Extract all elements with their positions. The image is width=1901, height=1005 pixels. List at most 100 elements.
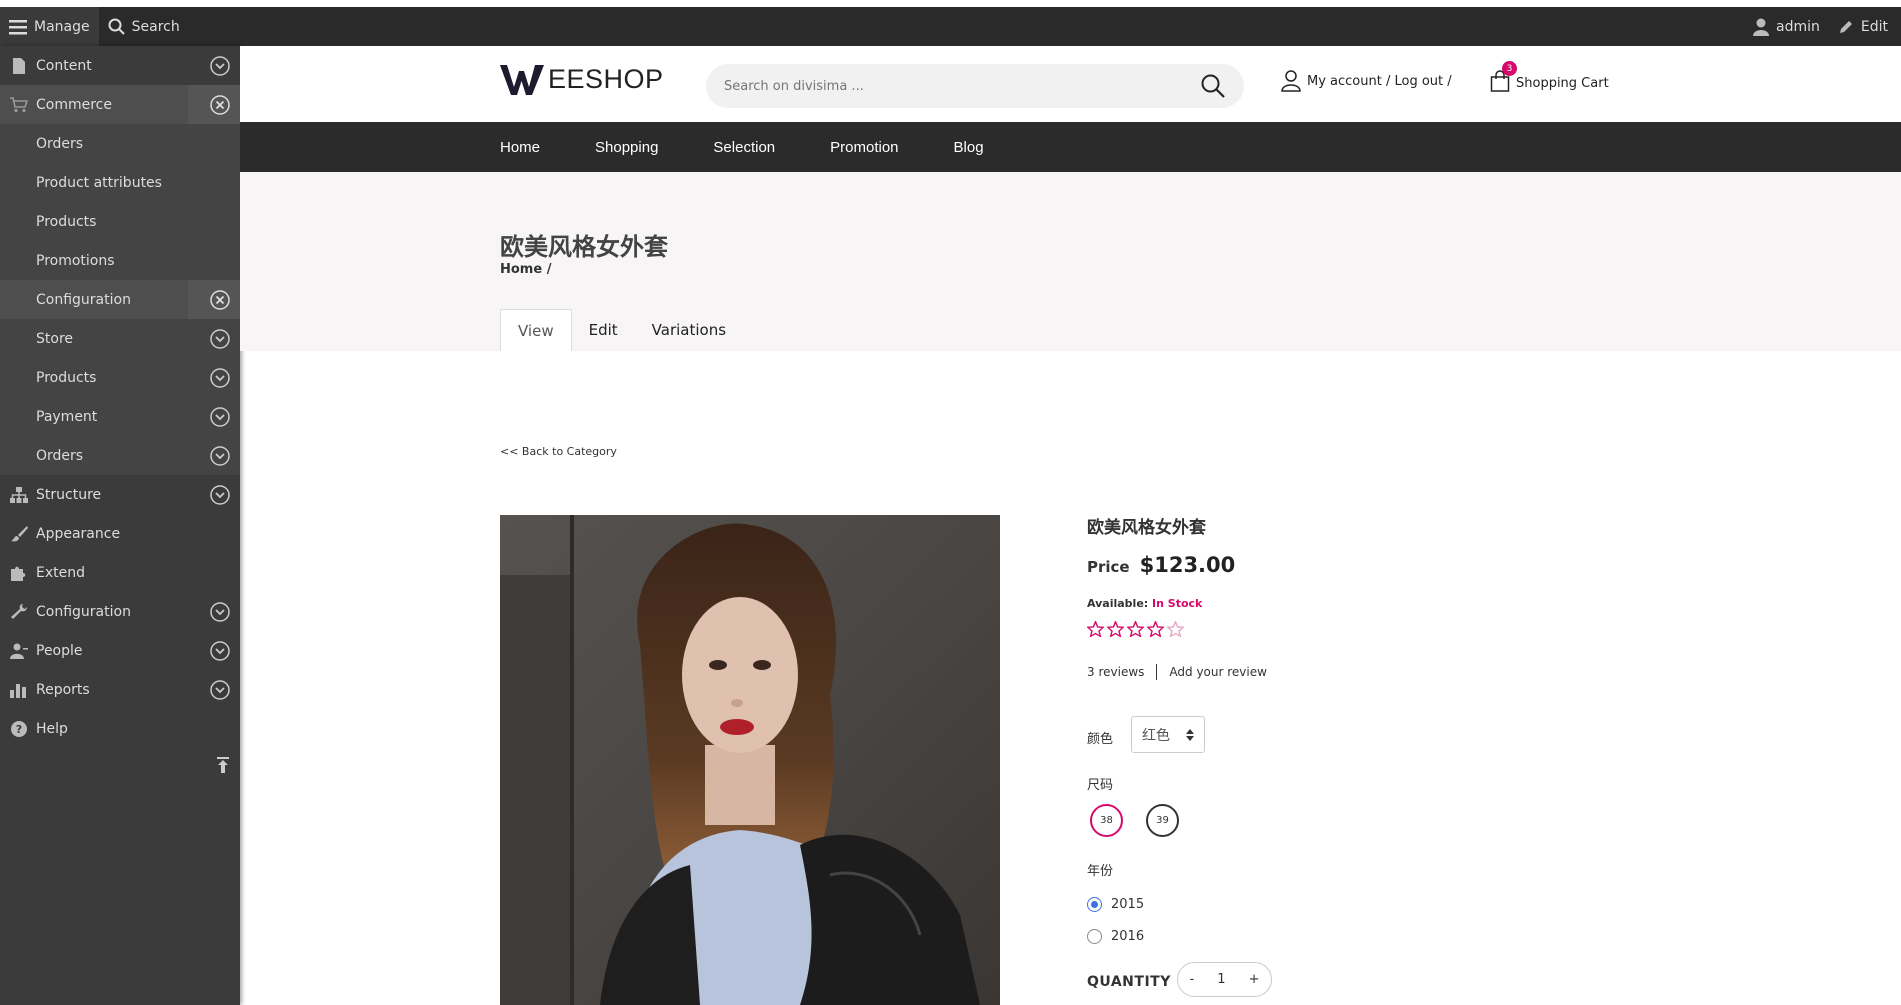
site-search-input[interactable]: [724, 78, 1200, 94]
star-icon[interactable]: [1167, 621, 1184, 637]
close-icon[interactable]: [210, 290, 230, 310]
sidebar-item-reports[interactable]: Reports: [0, 670, 240, 709]
nav-link-home[interactable]: Home: [500, 139, 540, 156]
admin-toolbar: Manage Search admin Edit: [0, 0, 1901, 46]
chevron-down-icon[interactable]: [210, 641, 230, 661]
year-option-2015[interactable]: 2015: [1087, 897, 1144, 912]
reviews-separator: [1156, 664, 1158, 680]
sidebar-item-payment[interactable]: Payment: [0, 397, 240, 436]
account-link[interactable]: My account / Log out /: [1281, 70, 1452, 92]
user-menu[interactable]: admin: [1744, 7, 1829, 46]
chevron-down-icon[interactable]: [210, 368, 230, 388]
sidebar-item-store[interactable]: Store: [0, 319, 240, 358]
breadcrumb[interactable]: Home /: [500, 262, 551, 277]
size-label: 尺码: [1087, 778, 1114, 793]
product-price: Price $123.00: [1087, 553, 1235, 577]
sidebar-item-promotions[interactable]: Promotions: [0, 241, 240, 280]
nav-link-promotion[interactable]: Promotion: [830, 139, 898, 156]
tab-edit[interactable]: Edit: [572, 309, 635, 351]
product-photo-illustration: [500, 515, 1000, 1005]
sidebar-item-structure[interactable]: Structure: [0, 475, 240, 514]
year-label-2015: 2015: [1111, 897, 1145, 912]
sidebar-item-orders[interactable]: Orders: [0, 436, 240, 475]
radio-2015[interactable]: [1087, 897, 1102, 912]
sidebar-item-configuration[interactable]: Configuration: [0, 592, 240, 631]
sidebar-item-help[interactable]: ? Help: [0, 709, 240, 748]
year-option-2016[interactable]: 2016: [1087, 929, 1144, 944]
year-label: 年份: [1087, 864, 1114, 879]
sidebar-item-configuration[interactable]: Configuration: [0, 280, 240, 319]
star-icon[interactable]: [1147, 621, 1164, 637]
account-label: My account / Log out /: [1307, 73, 1452, 89]
sidebar-item-orders[interactable]: Orders: [0, 124, 240, 163]
person-icon: [9, 643, 29, 659]
manage-label: Manage: [34, 18, 90, 35]
nav-link-selection[interactable]: Selection: [713, 139, 775, 156]
sidebar-item-extend[interactable]: Extend: [0, 553, 240, 592]
sidebar-item-commerce[interactable]: Commerce: [0, 85, 240, 124]
cart-label: Shopping Cart: [1516, 75, 1609, 91]
edit-button[interactable]: Edit: [1829, 7, 1897, 46]
size-option-38[interactable]: 38: [1090, 804, 1123, 837]
tab-view[interactable]: View: [500, 309, 572, 351]
sidebar-item-products[interactable]: Products: [0, 358, 240, 397]
chevron-down-icon[interactable]: [210, 407, 230, 427]
chevron-down-icon[interactable]: [210, 680, 230, 700]
user-outline-icon: [1281, 70, 1301, 92]
nav-link-shopping[interactable]: Shopping: [595, 139, 658, 156]
sidebar-item-product-attributes[interactable]: Product attributes: [0, 163, 240, 202]
sidebar-item-products[interactable]: Products: [0, 202, 240, 241]
page-tabs: View Edit Variations: [500, 309, 743, 351]
reviews-count-link[interactable]: 3 reviews: [1087, 665, 1144, 679]
back-to-category-link[interactable]: << Back to Category: [500, 445, 617, 458]
wrench-icon: [9, 603, 29, 620]
pin-icon[interactable]: [216, 756, 230, 774]
nav-link-blog[interactable]: Blog: [954, 139, 984, 156]
sidebar-item-people[interactable]: People: [0, 631, 240, 670]
site-search: [706, 64, 1244, 108]
chevron-down-icon[interactable]: [210, 602, 230, 622]
paintbrush-icon: [9, 525, 29, 542]
star-icon[interactable]: [1127, 621, 1144, 637]
file-icon: [9, 57, 29, 74]
size-options: 38 39: [1090, 804, 1179, 837]
tab-variations[interactable]: Variations: [635, 309, 743, 351]
chevron-down-icon[interactable]: [210, 56, 230, 76]
sidebar-item-content[interactable]: Content: [0, 46, 240, 85]
select-arrows-icon: [1186, 728, 1194, 741]
radio-2016[interactable]: [1087, 929, 1102, 944]
cart-count-badge: 3: [1502, 61, 1517, 76]
admin-sidebar: Content Commerce Orders Product attributes P…: [0, 46, 240, 1005]
sidebar-item-label: Help: [36, 720, 68, 737]
help-icon: ?: [9, 720, 29, 737]
qty-minus-button[interactable]: -: [1190, 972, 1195, 987]
chevron-down-icon[interactable]: [210, 329, 230, 349]
availability: Available: In Stock: [1087, 597, 1202, 610]
page-title: 欧美风格女外套: [500, 233, 668, 261]
toolbar-search-button[interactable]: Search: [98, 7, 189, 46]
chevron-down-icon[interactable]: [210, 446, 230, 466]
chevron-down-icon[interactable]: [210, 485, 230, 505]
availability-label: Available:: [1087, 597, 1149, 610]
qty-value[interactable]: 1: [1217, 972, 1225, 987]
search-icon[interactable]: [1200, 73, 1226, 99]
cart-icon-wrap: 3: [1490, 61, 1517, 96]
quantity-label: QUANTITY: [1087, 974, 1171, 990]
qty-plus-button[interactable]: +: [1249, 972, 1260, 987]
sidebar-item-appearance[interactable]: Appearance: [0, 514, 240, 553]
sidebar-item-label: Orders: [36, 135, 84, 152]
sidebar-item-label: Extend: [36, 564, 85, 581]
price-value: $123.00: [1139, 553, 1236, 577]
close-icon[interactable]: [210, 95, 230, 115]
color-label: 颜色: [1087, 732, 1114, 747]
size-option-39[interactable]: 39: [1146, 804, 1179, 837]
add-review-link[interactable]: Add your review: [1169, 665, 1267, 679]
color-select[interactable]: 红色: [1131, 716, 1205, 753]
cart-link[interactable]: 3 Shopping Cart: [1490, 61, 1609, 96]
manage-button[interactable]: Manage: [0, 7, 99, 46]
year-label-2016: 2016: [1111, 929, 1145, 944]
site-logo[interactable]: EESHOP: [500, 64, 664, 95]
sidebar-item-label: Products: [36, 213, 97, 230]
star-icon[interactable]: [1087, 621, 1104, 637]
star-icon[interactable]: [1107, 621, 1124, 637]
